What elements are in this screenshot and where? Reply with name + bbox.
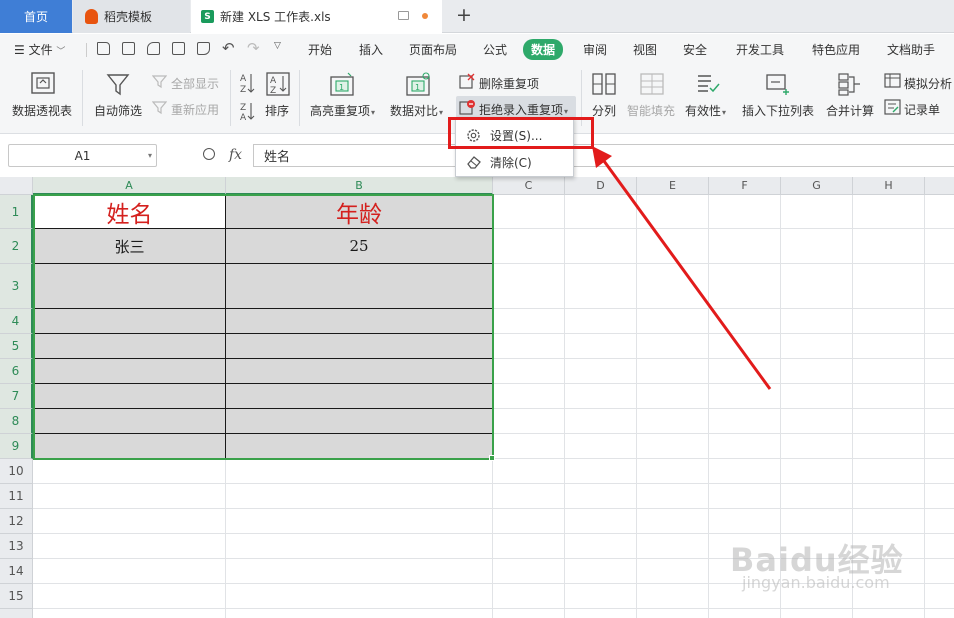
- dropdown-item-clear[interactable]: 清除(C): [456, 149, 573, 176]
- spreadsheet-app: 首页 稻壳模板 S 新建 XLS 工作表.xls + ☰ 文件 ﹀ ↶ ↷ ▽ …: [0, 0, 954, 618]
- dropdown-clear-label: 清除(C): [490, 156, 532, 170]
- eraser-icon: [467, 156, 481, 169]
- baidu-watermark-url: jingyan.baidu.com: [742, 573, 890, 592]
- annotation-highlight-box: [448, 117, 594, 149]
- annotation-arrow-icon: [592, 146, 772, 390]
